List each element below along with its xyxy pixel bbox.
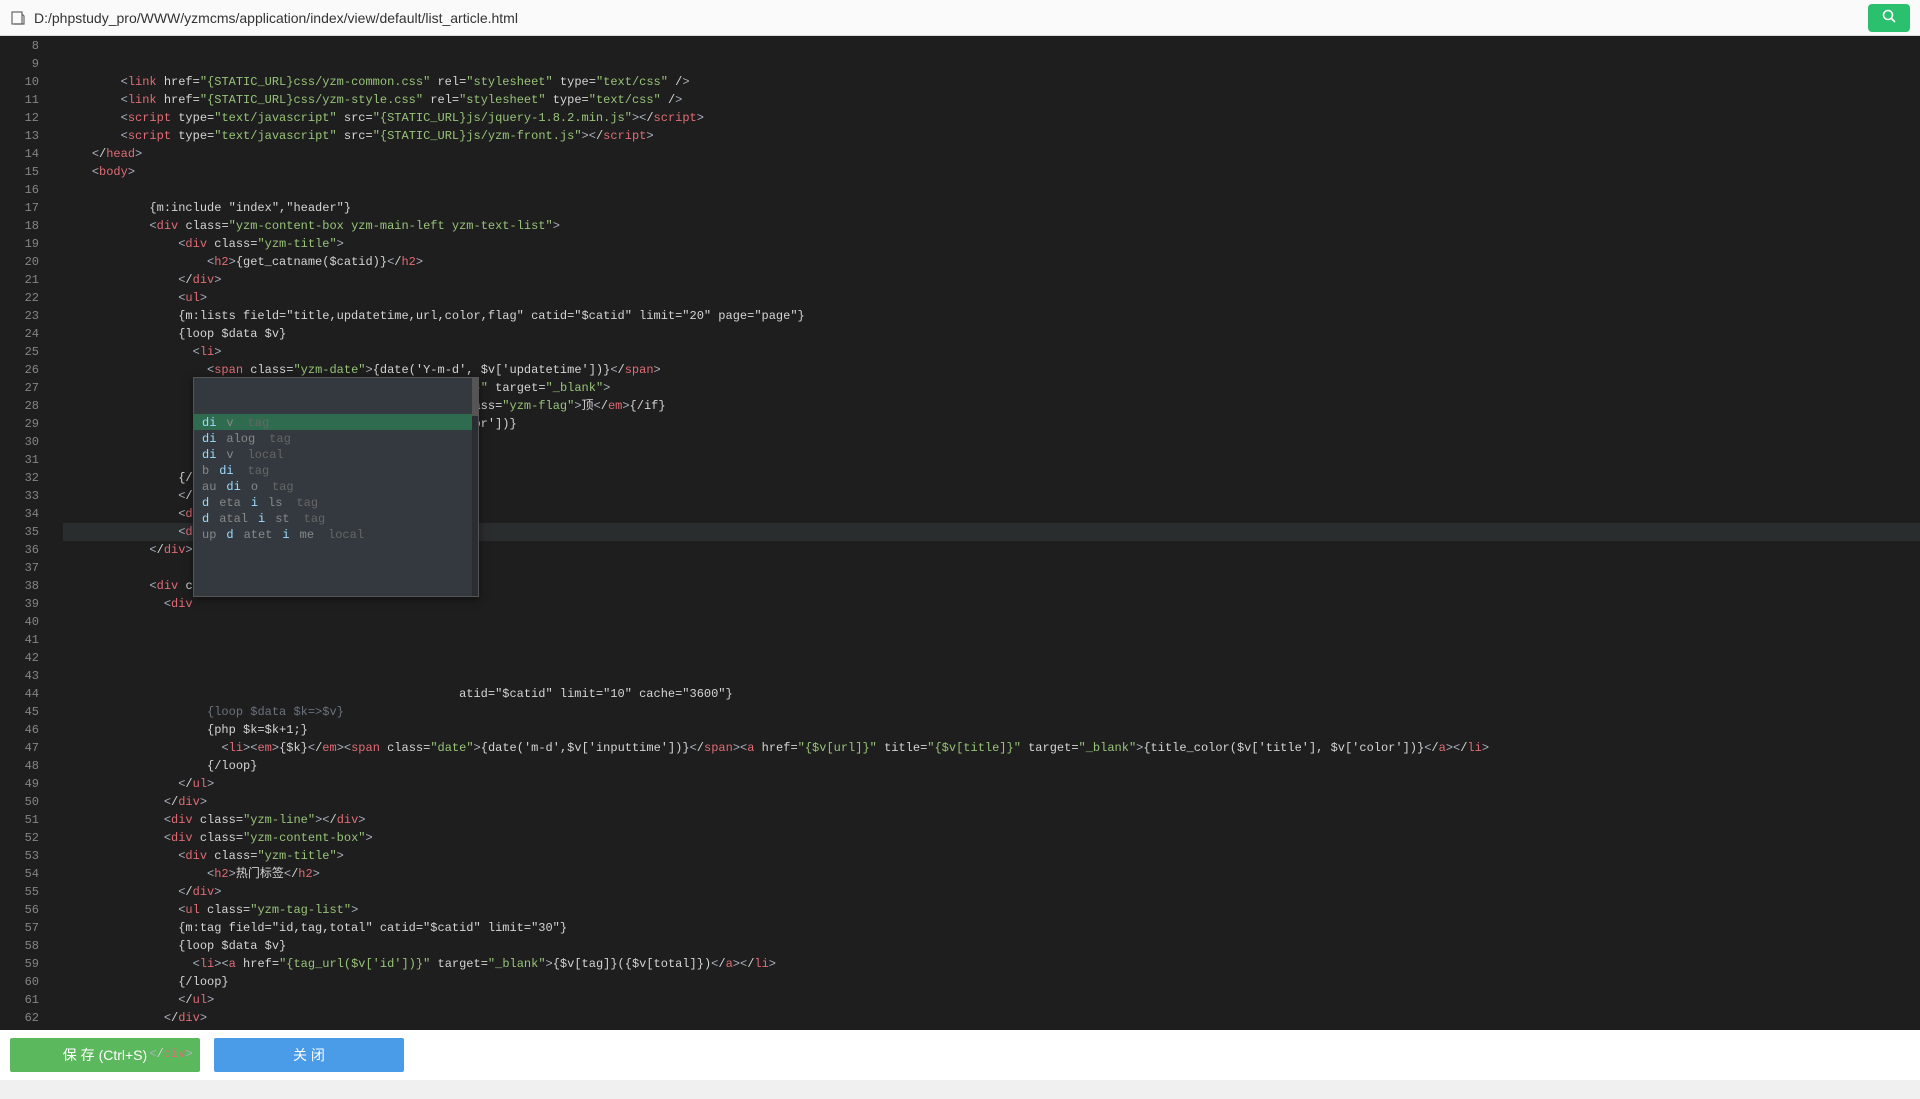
autocomplete-item[interactable]: bditag: [194, 462, 478, 478]
autocomplete-item[interactable]: dialogtag: [194, 430, 478, 446]
header-bar: D:/phpstudy_pro/WWW/yzmcms/application/i…: [0, 0, 1920, 36]
search-button[interactable]: [1868, 4, 1910, 32]
autocomplete-item[interactable]: divtag: [194, 414, 478, 430]
autocomplete-item[interactable]: updatetimelocal: [194, 526, 478, 542]
autocomplete-popup[interactable]: divtagdialogtagdivlocalbditagaudiotagdet…: [193, 377, 479, 597]
open-file-icon[interactable]: [10, 10, 26, 26]
autocomplete-item[interactable]: datalisttag: [194, 510, 478, 526]
line-number-gutter: 8910111213141516171819202122232425262728…: [0, 36, 45, 1030]
autocomplete-item[interactable]: detailstag: [194, 494, 478, 510]
file-path: D:/phpstudy_pro/WWW/yzmcms/application/i…: [34, 10, 518, 26]
code-editor[interactable]: 8910111213141516171819202122232425262728…: [0, 36, 1920, 1030]
popup-scrollbar[interactable]: [472, 378, 478, 596]
search-icon: [1881, 8, 1897, 28]
autocomplete-item[interactable]: divlocal: [194, 446, 478, 462]
code-area[interactable]: <link href="{STATIC_URL}css/yzm-common.c…: [45, 36, 1920, 1030]
autocomplete-item[interactable]: audiotag: [194, 478, 478, 494]
